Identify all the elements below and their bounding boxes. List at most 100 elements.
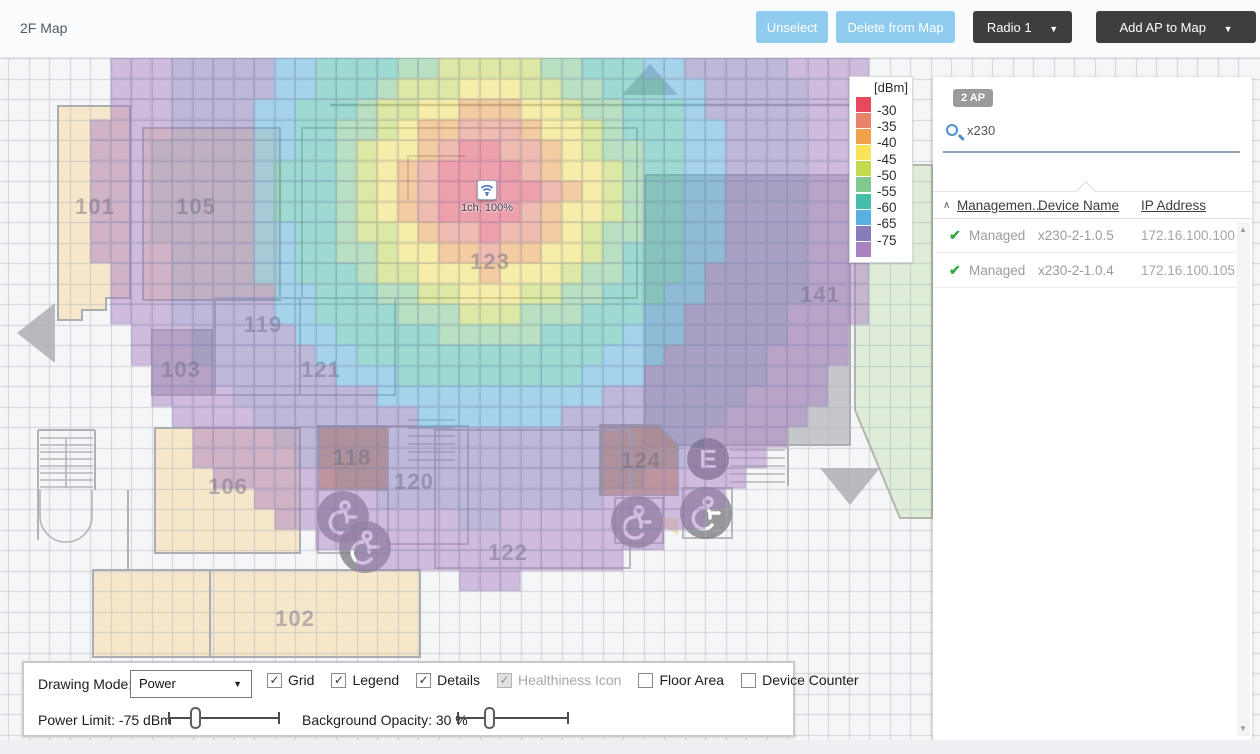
checkbox-box[interactable] [741, 673, 756, 688]
checkbox-label: Device Counter [762, 672, 859, 688]
map-options-toolbar: Drawing Mode: Power ▼ ✓ Grid ✓ Legend ✓ Detai… [22, 661, 795, 737]
add-ap-label: Add AP to Map [1119, 20, 1206, 35]
drawing-mode-label: Drawing Mode: [38, 676, 132, 692]
legend-entry: -75 [855, 226, 908, 242]
legend-entry: -45 [855, 145, 908, 161]
legend-entry: -55 [855, 177, 908, 193]
access-point-icon[interactable] [477, 180, 497, 200]
checkbox-label: Floor Area [659, 672, 724, 688]
management-status: Managed [969, 263, 1025, 278]
chevron-down-icon: ▼ [1224, 24, 1233, 34]
legend-swatch [856, 97, 871, 112]
legend-swatch [856, 129, 871, 144]
management-status: Managed [969, 228, 1025, 243]
power-limit-label: Power Limit: -75 dBm [38, 712, 172, 728]
checkbox-legend[interactable]: ✓ Legend [331, 672, 399, 688]
checkbox-grid[interactable]: ✓ Grid [267, 672, 314, 688]
checkbox-box[interactable] [638, 673, 653, 688]
checkbox-box[interactable]: ✓ [416, 673, 431, 688]
ip-address: 172.16.100.105 [1141, 263, 1235, 278]
power-limit-slider-handle[interactable] [190, 707, 201, 729]
room-number-label: 124 [621, 448, 661, 474]
room-number-label: 119 [244, 312, 283, 338]
checkbox-label: Legend [352, 672, 399, 688]
background-opacity-slider[interactable] [457, 707, 569, 729]
unselect-button[interactable]: Unselect [756, 11, 828, 43]
room-number-label: 123 [470, 249, 510, 275]
column-header-management[interactable]: Managemen... [957, 198, 1043, 213]
legend-swatch [856, 242, 871, 257]
checkbox-box: ✓ [497, 673, 512, 688]
room-number-label: 102 [275, 606, 315, 632]
checkbox-healthiness-icon: ✓ Healthiness Icon [497, 672, 622, 688]
sort-asc-icon: ∧ [943, 200, 950, 211]
checkbox-device-counter[interactable]: Device Counter [741, 672, 859, 688]
legend-entry: -60 [855, 193, 908, 209]
room-number-label: 122 [488, 540, 528, 566]
room-number-label: 101 [75, 194, 115, 220]
checkbox-label: Details [437, 672, 480, 688]
legend-entry: -30 [855, 96, 908, 112]
legend-swatch [856, 210, 871, 225]
top-header: 2F Map Unselect Delete from Map Radio 1 … [0, 0, 1260, 58]
page-title: 2F Map [20, 20, 67, 36]
checkbox-label: Healthiness Icon [518, 672, 622, 688]
scroll-down-icon[interactable]: ▼ [1239, 724, 1247, 733]
legend-swatch [856, 226, 871, 241]
chevron-down-icon: ▼ [233, 679, 242, 689]
ap-status-label: 1ch, 100% [461, 202, 513, 214]
wifi-icon [480, 184, 494, 197]
radio-select-label: Radio 1 [987, 20, 1032, 35]
ap-table-row[interactable]: ✔ Managed x230-2-1.0.4 172.16.100.105 [933, 254, 1236, 288]
ap-count-badge: 2 AP [953, 89, 993, 107]
drawing-mode-value: Power [139, 676, 176, 691]
add-ap-to-map-dropdown[interactable]: Add AP to Map ▼ [1096, 11, 1256, 43]
checkbox-box[interactable]: ✓ [331, 673, 346, 688]
chevron-down-icon: ▼ [1049, 24, 1058, 34]
legend-title: [dBm] [855, 80, 908, 95]
legend-swatch [856, 177, 871, 192]
power-limit-slider[interactable] [168, 707, 280, 729]
checkbox-label: Grid [288, 672, 314, 688]
ap-list-panel: 2 AP x230 ∧ Managemen... Device Name IP … [933, 77, 1252, 740]
checkbox-details[interactable]: ✓ Details [416, 672, 480, 688]
checkbox-floor-area[interactable]: Floor Area [638, 672, 724, 688]
search-icon [946, 124, 958, 136]
legend-entry: -40 [855, 128, 908, 144]
legend-swatch [856, 161, 871, 176]
floor-map-canvas[interactable]: E 10110512311912110314111812010612412210… [0, 58, 1260, 740]
legend-swatch [856, 113, 871, 128]
delete-from-map-button[interactable]: Delete from Map [836, 11, 955, 43]
signal-legend: [dBm] -30-35-40-45-50-55-60-65-75 [849, 76, 913, 263]
managed-check-icon: ✔ [949, 227, 961, 244]
device-name: x230-2-1.0.4 [1038, 263, 1114, 278]
legend-entry [855, 242, 908, 258]
column-header-ip-address[interactable]: IP Address [1141, 198, 1206, 213]
managed-check-icon: ✔ [949, 262, 961, 279]
room-number-label: 103 [161, 357, 201, 383]
device-name: x230-2-1.0.5 [1038, 228, 1114, 243]
search-input[interactable]: x230 [967, 123, 995, 138]
scroll-up-icon[interactable]: ▲ [1239, 225, 1247, 234]
ap-table-row[interactable]: ✔ Managed x230-2-1.0.5 172.16.100.100 [933, 219, 1236, 253]
legend-entry: -65 [855, 209, 908, 225]
legend-swatch [856, 145, 871, 160]
background-opacity-label: Background Opacity: 30 % [302, 712, 468, 728]
room-number-label: 106 [208, 474, 248, 500]
column-header-device-name[interactable]: Device Name [1038, 198, 1119, 213]
room-number-label: 121 [301, 357, 341, 383]
radio-select-dropdown[interactable]: Radio 1 ▼ [973, 11, 1072, 43]
legend-entry: -35 [855, 112, 908, 128]
room-number-label: 141 [800, 282, 840, 308]
legend-swatch [856, 194, 871, 209]
room-number-label: 105 [176, 194, 216, 220]
legend-entry: -50 [855, 161, 908, 177]
checkbox-box[interactable]: ✓ [267, 673, 282, 688]
search-underline [943, 151, 1240, 153]
panel-scrollbar[interactable]: ▲ ▼ [1237, 222, 1250, 736]
background-opacity-slider-handle[interactable] [484, 707, 495, 729]
display-checkbox-group: ✓ Grid ✓ Legend ✓ Details ✓ Healthiness Icon Flo… [267, 672, 859, 688]
ip-address: 172.16.100.100 [1141, 228, 1235, 243]
room-number-label: 118 [333, 445, 372, 471]
drawing-mode-select[interactable]: Power ▼ [130, 670, 252, 698]
